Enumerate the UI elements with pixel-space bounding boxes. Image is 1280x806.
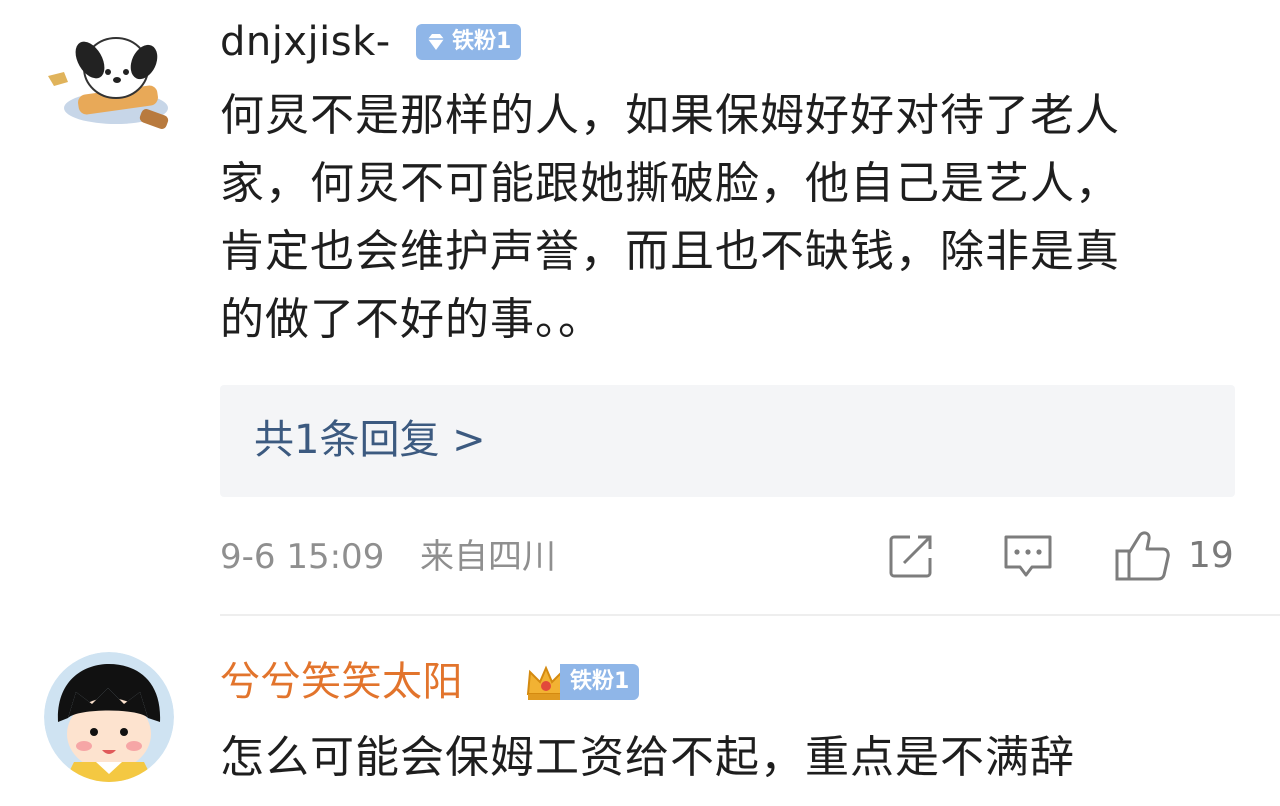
comment-body: 何炅不是那样的人，如果保姆好好对待了老人 家，何炅不可能跟她撕破脸，他自己是艺人…: [220, 82, 1230, 354]
user-avatar[interactable]: [44, 20, 174, 132]
comment-meta: 9-6 15:09 来自四川: [220, 534, 556, 580]
location: 来自四川: [419, 537, 556, 577]
comment-line: 家，何炅不可能跟她撕破脸，他自己是艺人，: [220, 158, 1120, 209]
badge-label: 铁粉1: [570, 669, 630, 694]
comment-divider: [220, 614, 1280, 616]
badge-label: 铁粉1: [452, 29, 512, 54]
user-avatar[interactable]: [44, 652, 174, 782]
replies-panel[interactable]: 共1条回复 >: [220, 385, 1235, 497]
comment-line: 肯定也会维护声誉，而且也不缺钱，除非是真: [220, 226, 1120, 277]
share-button[interactable]: [886, 528, 936, 584]
diamond-icon: [428, 34, 444, 50]
comment-icon: [1004, 535, 1052, 577]
username[interactable]: dnjxjisk-: [220, 18, 391, 66]
comment-line: 何炅不是那样的人，如果保姆好好对待了老人: [220, 90, 1120, 141]
fan-badge: 铁粉1: [560, 664, 640, 700]
share-icon: [889, 535, 932, 578]
comment-line: 怎么可能会保姆工资给不起，重点是不满辞: [220, 732, 1075, 783]
username[interactable]: 兮兮笑笑太阳: [220, 658, 463, 706]
like-count: 19: [1188, 535, 1234, 576]
comment-line: 的做了不好的事。。: [220, 294, 603, 345]
timestamp: 9-6 15:09: [220, 537, 385, 577]
comment-button[interactable]: [1002, 528, 1054, 584]
thumbs-up-icon: [1115, 531, 1170, 581]
like-button[interactable]: 19: [1114, 528, 1234, 584]
chibi-maruko-avatar-icon: [44, 652, 174, 782]
fan-badge: 铁粉1: [416, 24, 522, 60]
view-replies-link[interactable]: 共1条回复 >: [254, 415, 486, 465]
comment-body: 怎么可能会保姆工资给不起，重点是不满辞: [220, 724, 1230, 792]
pochacco-avatar-icon: [48, 37, 169, 129]
